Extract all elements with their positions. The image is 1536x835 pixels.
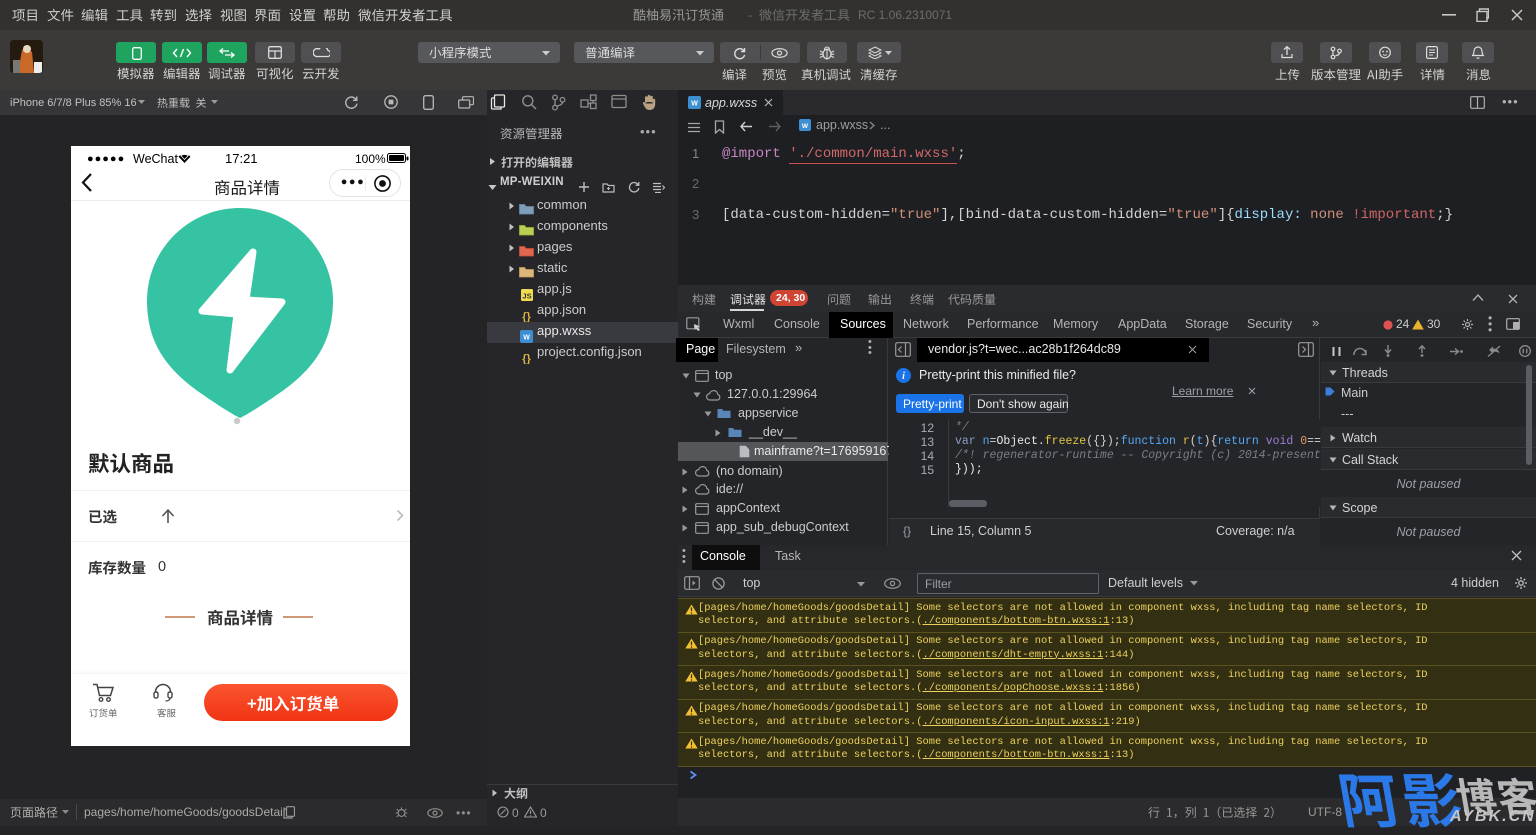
svg-text:W: W — [691, 101, 698, 108]
svg-text:W: W — [802, 123, 809, 130]
svg-text:i: i — [902, 371, 905, 382]
svg-text:JS: JS — [522, 292, 531, 301]
svg-text:{}: {} — [522, 353, 531, 364]
svg-text:{}: {} — [522, 311, 531, 322]
svg-text:W: W — [523, 335, 530, 342]
